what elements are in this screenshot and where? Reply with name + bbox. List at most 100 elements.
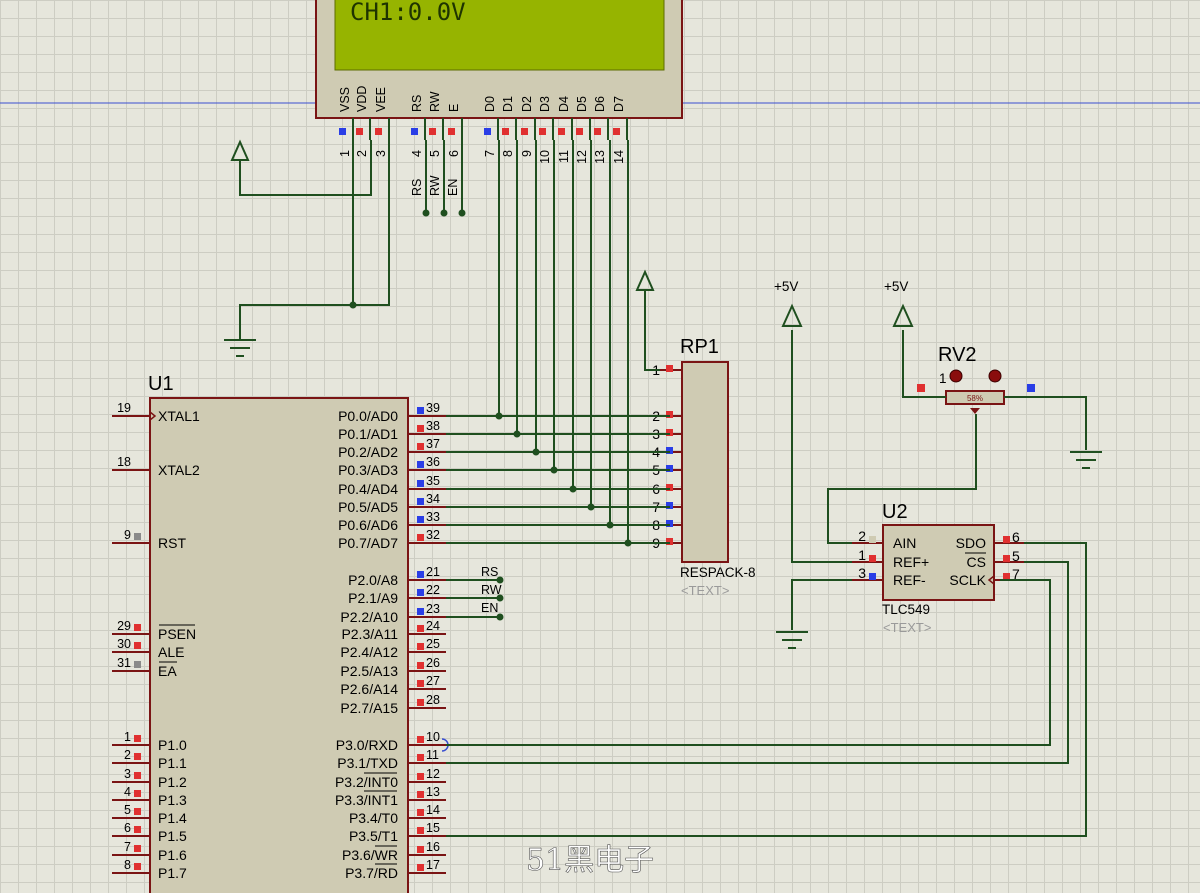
lcd-pin-marker[interactable] — [339, 128, 346, 135]
lcd-pin-name: D7 — [612, 96, 626, 112]
u1-right-pin-marker[interactable] — [417, 736, 424, 743]
u1-right-pin-marker[interactable] — [417, 461, 424, 468]
power-label-5v-2: +5V — [884, 279, 908, 294]
u1-right-pin-marker[interactable] — [417, 754, 424, 761]
u1-right-pin-marker[interactable] — [417, 480, 424, 487]
u2-right-pin-marker[interactable] — [1003, 536, 1010, 543]
u1-right-pin-marker[interactable] — [417, 864, 424, 871]
lcd-pin-name: VDD — [355, 86, 369, 112]
lcd-pin-number: 2 — [355, 150, 369, 157]
lcd-pin-marker[interactable] — [411, 128, 418, 135]
u1-right-pin-marker[interactable] — [417, 680, 424, 687]
u1-left-pin-marker[interactable] — [134, 533, 141, 540]
u1-left-pin-marker[interactable] — [134, 863, 141, 870]
rp1-pin-marker[interactable] — [666, 365, 673, 372]
lcd-net-label-rw: RW — [428, 175, 442, 196]
lcd-pin-name: VSS — [338, 87, 352, 112]
u1-right-pin-marker[interactable] — [417, 625, 424, 632]
u1-right-pin-marker[interactable] — [417, 589, 424, 596]
u1-right-pin-marker[interactable] — [417, 608, 424, 615]
lcd-pin-marker[interactable] — [502, 128, 509, 135]
u1-right-pin-marker[interactable] — [417, 516, 424, 523]
lcd-pin-marker[interactable] — [576, 128, 583, 135]
rv2-increment-button[interactable] — [988, 369, 1002, 383]
u2-left-pin-marker[interactable] — [869, 555, 876, 562]
lcd-pin-marker[interactable] — [594, 128, 601, 135]
u2-left-pin-name: REF- — [893, 572, 926, 588]
ground-symbol-icon — [1070, 451, 1102, 469]
lcd-net-label-rs: RS — [410, 179, 424, 196]
u1-right-pin-marker[interactable] — [417, 498, 424, 505]
u1-right-pin-marker[interactable] — [417, 809, 424, 816]
u1-left-pin-marker[interactable] — [134, 735, 141, 742]
u1-left-pin-marker[interactable] — [134, 845, 141, 852]
u1-left-pin-name: P1.5 — [158, 828, 187, 844]
rp1-resistor-pack[interactable]: RP1 RESPACK-8 <TEXT> 123456789 — [652, 336, 755, 598]
rv2-decrement-button[interactable] — [949, 369, 963, 383]
ground-symbol-icon — [224, 339, 256, 357]
u1-right-pin-number: 16 — [426, 840, 440, 854]
u1-right-pin-marker[interactable] — [417, 791, 424, 798]
u1-right-pin-number: 24 — [426, 619, 440, 633]
u1-left-pin-number: 6 — [124, 821, 131, 835]
wire-ain-wiper — [827, 414, 977, 544]
lcd-pin-number: 9 — [520, 150, 534, 157]
u1-left-pin-marker[interactable] — [134, 642, 141, 649]
lcd-pin-marker[interactable] — [375, 128, 382, 135]
u1-microcontroller[interactable]: U1 19 XTAL1 18 XTAL2 9 RST 29 PSEN 30 ALE 31 EA 1 P1.… — [112, 373, 449, 893]
rv2-pin-right[interactable] — [1027, 384, 1035, 392]
u1-right-pin-marker[interactable] — [417, 662, 424, 669]
u1-right-pin-name: P3.1/TXD — [337, 755, 398, 771]
u1-left-pin-number: 30 — [117, 637, 131, 651]
u2-right-pin-marker[interactable] — [1003, 555, 1010, 562]
u1-right-pin-name: P0.2/AD2 — [338, 444, 398, 460]
u1-left-pin-marker[interactable] — [134, 661, 141, 668]
u1-left-pin-marker[interactable] — [134, 826, 141, 833]
u2-adc[interactable]: U2 TLC549 <TEXT> 2 AIN1 REF+3 REF-6SDO5CS7S… — [852, 501, 1024, 635]
lcd-pin-name: VEE — [374, 87, 388, 112]
u1-right-pin-marker[interactable] — [417, 699, 424, 706]
lcd-pin-marker[interactable] — [448, 128, 455, 135]
u1-left-pin-name: P1.6 — [158, 847, 187, 863]
lcd-pin-marker[interactable] — [558, 128, 565, 135]
lcd-pins: VSS 1 VDD 2 VEE 3 RS 4 RW 5 E 6 D0 7 D1 8 D2 9 D3 10 D4 11 D5 1… — [338, 86, 628, 164]
u1-left-pin-name: XTAL2 — [158, 462, 200, 478]
u1-right-pin-marker[interactable] — [417, 773, 424, 780]
u1-left-pin-marker[interactable] — [134, 772, 141, 779]
rv2-pin-left[interactable] — [917, 384, 925, 392]
junction-dot — [458, 209, 466, 217]
u1-right-pin-marker[interactable] — [417, 846, 424, 853]
lcd-pin-marker[interactable] — [356, 128, 363, 135]
u1-left-pin-marker[interactable] — [134, 790, 141, 797]
lcd-module[interactable]: CH1:0.0V VSS 1 VDD 2 VEE 3 RS 4 RW 5 E 6 D0 7 D1 8 D2 9 D3… — [315, 0, 683, 164]
lcd-pin-marker[interactable] — [429, 128, 436, 135]
lcd-pin-marker[interactable] — [521, 128, 528, 135]
u1-left-pin-marker[interactable] — [134, 624, 141, 631]
u1-right-pin-marker[interactable] — [417, 827, 424, 834]
lcd-pin-marker[interactable] — [484, 128, 491, 135]
u1-net-label-en: EN — [481, 601, 498, 615]
u1-left-pin-marker[interactable] — [134, 753, 141, 760]
rp1-text-placeholder: <TEXT> — [681, 583, 729, 598]
u2-left-pin-marker[interactable] — [869, 573, 876, 580]
rp1-pins: 123456789 — [652, 362, 682, 551]
u1-right-pin-marker[interactable] — [417, 643, 424, 650]
u1-left-pin-marker[interactable] — [134, 808, 141, 815]
u1-right-pin-name: P2.3/A11 — [341, 626, 398, 642]
u1-left-pin-number: 9 — [124, 528, 131, 542]
watermark-text: 51黑电子 — [526, 843, 654, 878]
u1-right-pin-marker[interactable] — [417, 571, 424, 578]
u1-right-pin-name: P0.7/AD7 — [338, 535, 398, 551]
lcd-pin-marker[interactable] — [613, 128, 620, 135]
u1-right-pin-marker[interactable] — [417, 407, 424, 414]
lcd-pin-marker[interactable] — [539, 128, 546, 135]
u1-right-pin-marker[interactable] — [417, 534, 424, 541]
u2-right-pin-name: SDO — [956, 535, 986, 551]
u1-right-pin-marker[interactable] — [417, 425, 424, 432]
rv2-potentiometer[interactable]: RV2 1 58% — [917, 344, 1035, 414]
u2-right-pin-marker[interactable] — [1003, 573, 1010, 580]
u2-left-pin-marker[interactable] — [869, 536, 876, 543]
u1-left-pin-number: 8 — [124, 858, 131, 872]
u1-right-pin-marker[interactable] — [417, 443, 424, 450]
u1-right-pin-number: 37 — [426, 437, 440, 451]
